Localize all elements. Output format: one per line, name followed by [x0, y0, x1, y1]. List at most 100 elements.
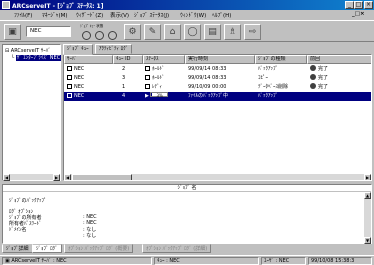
minimize-button[interactable]: _	[345, 1, 354, 9]
job-icon	[67, 66, 72, 71]
scroll-left-icon[interactable]: ◀	[64, 174, 71, 180]
hold-icon	[145, 75, 150, 80]
job-detail-pane: ｼﾞｮﾌﾞ 名 ｼﾞｮﾌﾞのﾊﾞｯｸｱｯﾌﾟ ﾛｸﾞ ｵﾌﾟｼｮﾝ ｼﾞｮﾌﾞの…	[2, 184, 372, 244]
detail-label: ｼﾞｮﾌﾞのﾊﾞｯｸｱｯﾌﾟ	[9, 198, 47, 204]
job-list-header: ｻｰﾊﾞ ｷｭｰ ID ｽﾃｰﾀｽ 実行時刻 ｼﾞｮﾌﾞの種類 前回	[64, 55, 371, 64]
row-server: NEC	[67, 65, 84, 74]
row-last: 完了	[310, 74, 328, 83]
menu-view[interactable]: 表示(V)	[110, 11, 129, 19]
menu-wizard[interactable]: ｳｨｻﾞｰﾄﾞ(Z)	[76, 11, 103, 19]
row-status: ▶ 3%	[145, 92, 169, 101]
close-button[interactable]: ×	[364, 1, 373, 9]
filter-icon[interactable]: ⚙	[124, 24, 141, 40]
time-cell: 99/09/14 08:33	[188, 66, 227, 72]
server-icon[interactable]: ▣	[4, 24, 21, 40]
row-server: NEC	[67, 92, 84, 101]
menu-job-status[interactable]: ｼﾞｮﾌﾞ ｽﾃｰﾀｽ(J)	[134, 11, 169, 19]
toolbar: ▣ NEC ｼﾞｮﾌﾞ ｷｭｰ 状態 ⚙ ✎ ⌂ ◯ ▤ ♗ ⇨	[0, 20, 374, 42]
complete-icon	[310, 74, 316, 80]
status-server-text: ARCserveIT ｻｰﾊﾞ : NEC	[11, 258, 67, 264]
row-server: NEC	[67, 74, 84, 83]
progress-label: 3%	[156, 93, 163, 98]
col-exec-time[interactable]: 実行時刻	[185, 55, 255, 64]
time-cell: ﾌｧｲﾙのﾊﾞｯｸｱｯﾌﾟ中	[188, 93, 229, 99]
status-queue: ｷｭｰ : NEC	[154, 257, 259, 265]
status-server: ▣ ARCserveIT ｻｰﾊﾞ : NEC	[2, 257, 152, 265]
tree-root[interactable]: ⊟ ARCserveIT ｻｰﾊﾞ	[5, 47, 51, 54]
progress-bar: 3%	[150, 92, 169, 98]
title-bar: ARCserveIT - [ｼﾞｮﾌﾞ ｽﾃｰﾀｽ: 1] _ □ ×	[0, 0, 374, 10]
last-cell: 完了	[318, 75, 329, 81]
tab-job-queue[interactable]: ｼﾞｮﾌﾞ ｷｭｰ	[63, 44, 93, 55]
list-hscroll[interactable]: ◀ ▶	[64, 173, 371, 180]
menu-manager[interactable]: ﾏﾈｰｼﾞｬ(M)	[42, 11, 68, 19]
table-row[interactable]: NEC 3 ﾎｰﾙﾄﾞ 99/09/14 08:33 ｺﾋﾟｰ 完了	[64, 74, 371, 83]
scroll-down-icon[interactable]: ▼	[364, 237, 371, 244]
tab-job-detail[interactable]: ｼﾞｮﾌﾞ詳細	[2, 244, 33, 253]
server-field[interactable]: NEC	[26, 26, 71, 37]
scroll-thumb[interactable]	[72, 174, 132, 180]
status-datetime: 99/10/08 15:38:3	[308, 257, 372, 265]
server-cell: NEC	[74, 84, 85, 90]
mdi-controls[interactable]: _□×	[352, 11, 365, 17]
queue-state-3-icon[interactable]	[106, 30, 118, 40]
app-icon[interactable]	[2, 1, 10, 9]
row-last: 完了	[310, 83, 328, 92]
hold-icon	[145, 66, 150, 71]
tab-job-log[interactable]: ｼﾞｮﾌﾞ ﾛｸﾞ	[32, 244, 62, 253]
help-icon[interactable]: ⇨	[244, 24, 261, 40]
status-cell: ﾎｰﾙﾄﾞ	[152, 66, 165, 72]
job-list: ｻｰﾊﾞ ｷｭｰ ID ｽﾃｰﾀｽ 実行時刻 ｼﾞｮﾌﾞの種類 前回 NEC 2…	[63, 54, 372, 181]
tab-activity-log[interactable]: ｱｸﾃｨﾋﾞﾃｨ ﾛｸﾞ	[95, 44, 133, 54]
row-status: ﾎｰﾙﾄﾞ	[145, 74, 165, 83]
row-status: ﾚﾃﾞｨ	[145, 83, 162, 92]
table-row[interactable]: NEC 2 ﾎｰﾙﾄﾞ 99/09/14 08:33 ﾊﾞｯｸｱｯﾌﾟ 完了	[64, 65, 371, 74]
scroll-left-icon[interactable]: ◀	[3, 174, 10, 181]
server-cell: NEC	[74, 66, 85, 72]
tab-backup-log-summary: ｵﾌﾟｼｮﾝ ﾊﾞｯｸｱｯﾌﾟ ﾛｸﾞ (概要)	[64, 244, 134, 253]
col-queue-id[interactable]: ｷｭｰ ID	[113, 55, 143, 64]
col-status[interactable]: ｽﾃｰﾀｽ	[143, 55, 185, 64]
tree-hscroll[interactable]: ◀ ▶	[3, 173, 60, 181]
status-bar: ▣ ARCserveIT ｻｰﾊﾞ : NEC ｷｭｰ : NEC ﾕｰｻﾞ :…	[0, 255, 374, 265]
table-row[interactable]: NEC 1 ﾚﾃﾞｨ 99/10/09 00:00 ﾃﾞｰﾀﾍﾞｰｽ削除 完了	[64, 83, 371, 92]
queue-id-cell: 2	[122, 66, 126, 72]
menu-file[interactable]: ﾌｧｲﾙ(F)	[14, 11, 32, 19]
detail-vscroll[interactable]: ▲ ▼	[364, 192, 371, 244]
server-cell: NEC	[74, 75, 85, 81]
queue-state-1-icon[interactable]	[80, 30, 92, 40]
queue-state-2-icon[interactable]	[93, 30, 105, 40]
window-title: ARCserveIT - [ｼﾞｮﾌﾞ ｽﾃｰﾀｽ: 1]	[12, 3, 104, 10]
job-queue-caption: ｼﾞｮﾌﾞ ｷｭｰ 状態	[80, 24, 104, 28]
job-icon	[67, 75, 72, 80]
col-job-type[interactable]: ｼﾞｮﾌﾞの種類	[255, 55, 307, 64]
job-icon	[67, 84, 72, 89]
print-icon[interactable]: ▤	[204, 24, 221, 40]
properties-icon[interactable]: ⌂	[164, 24, 181, 40]
monitor-icon[interactable]: ♗	[224, 24, 241, 40]
maximize-button[interactable]: □	[354, 1, 363, 9]
menu-window[interactable]: ｳｨﾝﾄﾞｳ(W)	[180, 11, 206, 19]
table-row-selected[interactable]: NEC 4 ▶ 3% ﾌｧｲﾙのﾊﾞｯｸｱｯﾌﾟ中 ﾊﾞｯｸｱｯﾌﾟ	[64, 92, 371, 101]
tree-child-label: ｻﾞ ｴﾝﾀｰﾌﾟﾗｲｽﾞ NEC	[15, 55, 62, 61]
status-cell: ﾚﾃﾞｨ	[152, 84, 163, 90]
col-server[interactable]: ｻｰﾊﾞ	[64, 55, 113, 64]
menu-help[interactable]: ﾍﾙﾌﾟ(H)	[212, 11, 231, 19]
delete-icon[interactable]: ✎	[144, 24, 161, 40]
last-cell: 完了	[318, 84, 329, 90]
type-cell: ﾃﾞｰﾀﾍﾞｰｽ削除	[258, 84, 289, 90]
row-last: 完了	[310, 65, 328, 74]
ready-icon	[145, 84, 150, 89]
scroll-up-icon[interactable]: ▲	[364, 192, 371, 199]
row-server: NEC	[67, 83, 84, 92]
time-cell: 99/09/14 08:33	[188, 75, 227, 81]
tree-child[interactable]: └ ｻﾞ ｴﾝﾀｰﾌﾟﾗｲｽﾞ NEC	[11, 54, 62, 61]
scroll-right-icon[interactable]: ▶	[53, 174, 60, 181]
col-last[interactable]: 前回	[307, 55, 371, 64]
server-tree[interactable]: ⊟ ARCserveIT ｻｰﾊﾞ └ ｻﾞ ｴﾝﾀｰﾌﾟﾗｲｽﾞ NEC ◀ …	[2, 44, 62, 181]
stop-icon[interactable]: ◯	[184, 24, 201, 40]
type-cell: ﾊﾞｯｸｱｯﾌﾟ	[258, 93, 279, 99]
scroll-right-icon[interactable]: ▶	[364, 174, 371, 180]
status-user: ﾕｰｻﾞ : NEC	[261, 257, 306, 265]
queue-id-cell: 4	[122, 93, 126, 99]
